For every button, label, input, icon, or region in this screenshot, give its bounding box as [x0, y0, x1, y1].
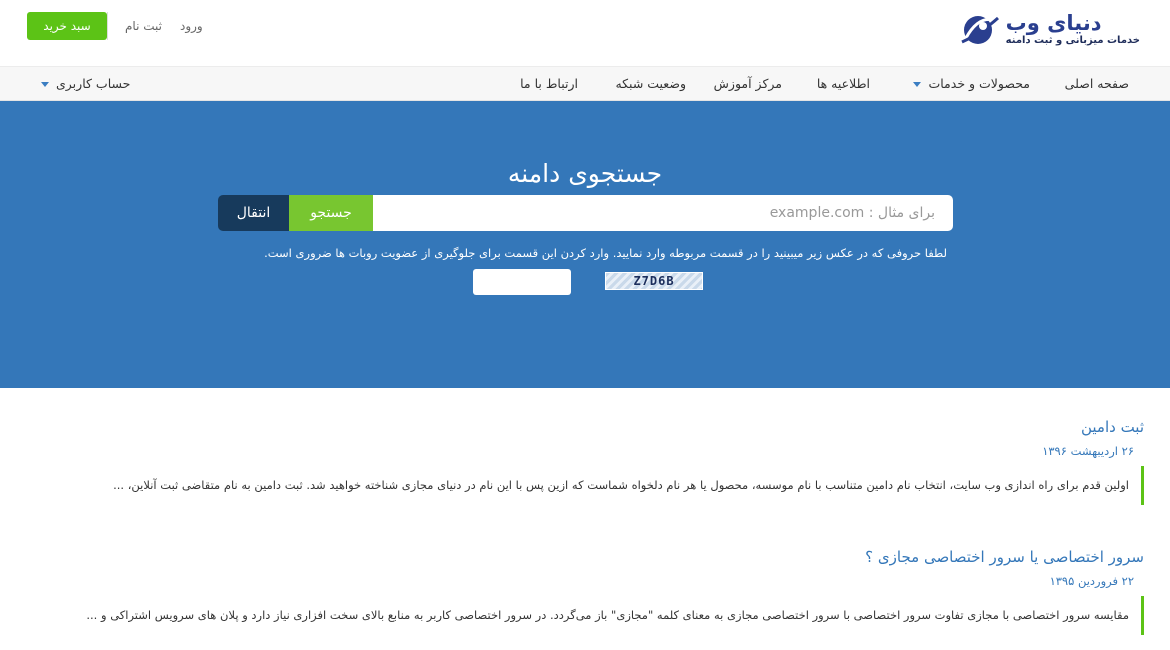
chevron-down-icon — [41, 82, 49, 87]
article-title[interactable]: سرور اختصاصی یا سرور اختصاصی مجازی ؟ — [26, 548, 1144, 566]
domain-search-hero: جستجوی دامنه برای مثال : example.com جست… — [0, 101, 1170, 388]
article-excerpt: اولین قدم برای راه اندازی وب سایت، انتخا… — [26, 466, 1144, 505]
logo-globe-icon — [961, 16, 999, 44]
captcha-instructions: لطفا حروفی که در عکس زیر میبینید را در ق… — [264, 246, 947, 260]
chevron-down-icon — [913, 82, 922, 87]
header-actions: سبد خرید ثبت نام ورود — [27, 12, 235, 40]
cart-button[interactable]: سبد خرید — [27, 12, 107, 40]
nav-item-education[interactable]: مرکز آموزش — [714, 67, 782, 102]
nav-item-contact[interactable]: ارتباط با ما — [520, 67, 578, 102]
nav-item-announcements[interactable]: اطلاعیه ها — [817, 67, 870, 102]
site-logo[interactable]: دنیای وب خدمات میزبانی و ثبت دامنه — [958, 12, 1140, 48]
main-nav: صفحه اصلی محصولات و خدمات اطلاعیه ها مرک… — [0, 66, 1170, 101]
nav-item-home[interactable]: صفحه اصلی — [1065, 67, 1129, 102]
logo-text: دنیای وب خدمات میزبانی و ثبت دامنه — [1006, 12, 1140, 48]
article-item: ثبت دامین ۲۶ اردیبهشت ۱۳۹۶ اولین قدم برا… — [26, 418, 1144, 505]
domain-search-form: برای مثال : example.com جستجو انتقال — [218, 195, 953, 231]
nav-item-products-label: محصولات و خدمات — [928, 76, 1030, 91]
nav-item-network-status[interactable]: وضعیت شبکه — [615, 67, 686, 102]
captcha-input[interactable] — [473, 269, 571, 295]
domain-search-input[interactable]: برای مثال : example.com — [373, 195, 953, 231]
account-menu-label: حساب کاربری — [56, 76, 131, 91]
logo-title: دنیای وب — [1005, 11, 1102, 35]
article-excerpt: مقایسه سرور اختصاصی با مجازی تفاوت سرور … — [26, 596, 1144, 635]
site-header: دنیای وب خدمات میزبانی و ثبت دامنه سبد خ… — [0, 0, 1170, 66]
account-menu[interactable]: حساب کاربری — [41, 67, 130, 102]
captcha-image: Z7D6B — [605, 272, 703, 290]
captcha-code: Z7D6B — [633, 274, 675, 288]
article-date: ۲۲ فروردین ۱۳۹۵ — [1049, 574, 1134, 588]
register-link[interactable]: ثبت نام — [125, 19, 162, 33]
article-item: سرور اختصاصی یا سرور اختصاصی مجازی ؟ ۲۲ … — [26, 548, 1144, 635]
hero-title: جستجوی دامنه — [507, 159, 663, 188]
login-link[interactable]: ورود — [180, 19, 203, 33]
transfer-button[interactable]: انتقال — [218, 195, 289, 231]
logo-subtitle: خدمات میزبانی و ثبت دامنه — [1005, 35, 1140, 46]
nav-item-products[interactable]: محصولات و خدمات — [913, 67, 1030, 102]
article-date: ۲۶ اردیبهشت ۱۳۹۶ — [1042, 444, 1134, 458]
search-button[interactable]: جستجو — [289, 195, 373, 231]
article-title[interactable]: ثبت دامین — [26, 418, 1144, 436]
header-divider — [107, 12, 108, 40]
